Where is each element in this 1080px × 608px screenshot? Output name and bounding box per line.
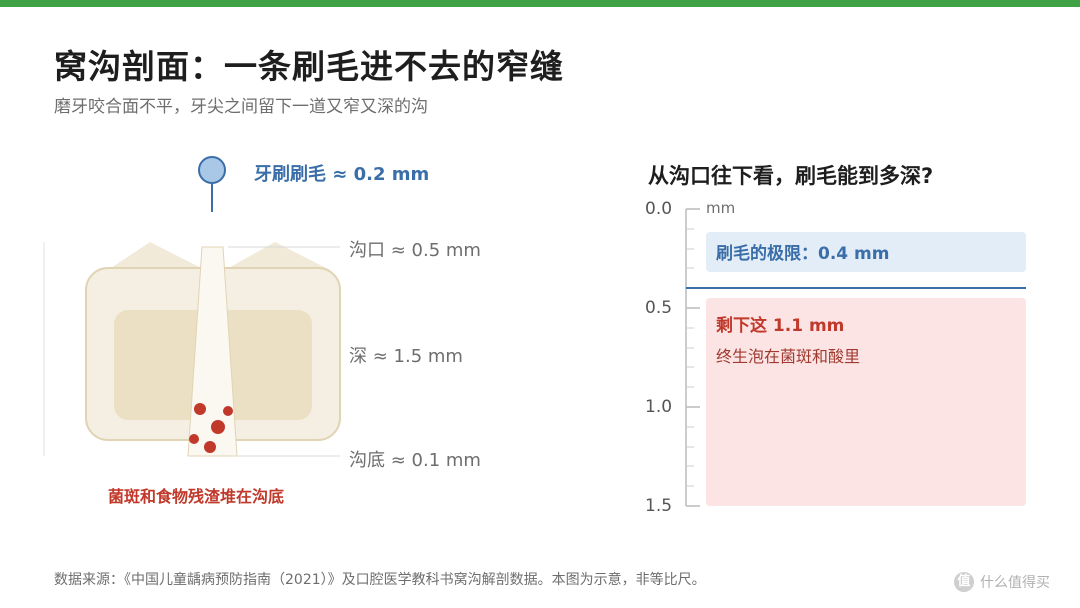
fissure-depth-label: 深 ≈ 1.5 mm: [349, 346, 463, 367]
source-note: 数据来源：《中国儿童龋病预防指南（2021）》及口腔医学教科书窝沟解剖数据。本图…: [54, 572, 706, 588]
plaque-dot: [194, 403, 206, 415]
bristle-limit-line: [686, 287, 1026, 289]
plaque-dot: [189, 434, 199, 444]
plaque-dot: [211, 420, 225, 434]
fissure-bottom-label: 沟底 ≈ 0.1 mm: [349, 450, 481, 471]
unreached-depth-box: 剩下这 1.1 mm 终生泡在菌斑和酸里: [706, 298, 1026, 506]
ruler-unit-label: mm: [706, 199, 736, 217]
bristle-reach-label: 刷毛的极限：0.4 mm: [716, 244, 890, 264]
depth-ruler: [685, 208, 700, 507]
watermark-text: 什么值得买: [980, 575, 1050, 591]
bristle-icon: [198, 156, 226, 184]
ruler-tick-label: 0.0: [645, 199, 673, 219]
ruler-tick-label: 1.0: [645, 397, 673, 417]
ruler-tick-label: 1.5: [645, 496, 673, 516]
ruler-major-ticks: [686, 208, 700, 507]
left-cusp: [108, 242, 205, 270]
watermark-logo-icon: 值: [954, 572, 974, 592]
right-cusp: [225, 242, 330, 270]
plaque-label: 菌斑和食物残渣堆在沟底: [108, 487, 285, 506]
bristle-reach-box: 刷毛的极限：0.4 mm: [706, 232, 1026, 272]
watermark: 值 什么值得买: [954, 572, 1050, 592]
bristle-size-label: 牙刷刷毛 ≈ 0.2 mm: [254, 164, 430, 185]
plaque-dot: [204, 441, 216, 453]
fissure-opening-label: 沟口 ≈ 0.5 mm: [349, 240, 481, 261]
chart-title: 从沟口往下看，刷毛能到多深?: [648, 164, 934, 188]
unreached-depth-title: 剩下这 1.1 mm: [716, 316, 845, 336]
plaque-dot: [223, 406, 233, 416]
ruler-minor-ticks: [686, 228, 694, 487]
unreached-depth-note: 终生泡在菌斑和酸里: [716, 347, 861, 366]
ruler-tick-label: 0.5: [645, 298, 673, 318]
